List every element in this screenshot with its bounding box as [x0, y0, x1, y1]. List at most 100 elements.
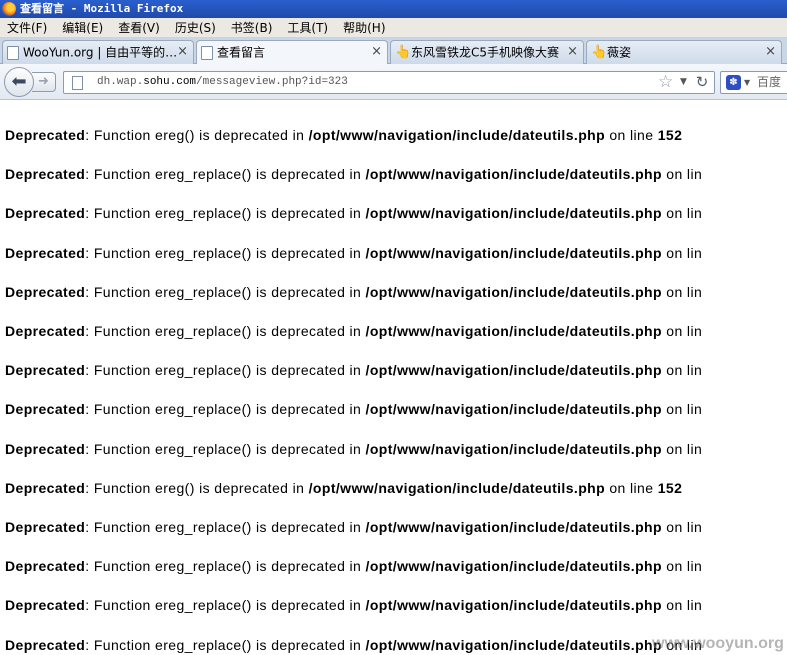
error-line-label: on lin: [666, 244, 703, 261]
hand-icon: 👆: [591, 44, 608, 60]
error-line-label: on lin: [666, 166, 703, 183]
error-middle: is deprecated in: [256, 597, 362, 614]
error-function: ereg_replace(): [155, 519, 252, 535]
tab-message-view[interactable]: 查看留言 ×: [196, 40, 388, 65]
menu-view[interactable]: 查看(V): [111, 18, 168, 38]
window-title-bar: 查看留言 - Mozilla Firefox: [0, 0, 787, 18]
menu-history[interactable]: 历史(S): [168, 18, 224, 38]
url-domain: sohu.com: [143, 76, 197, 88]
error-middle: is deprecated in: [199, 127, 305, 143]
tab-citroen-c5[interactable]: 👆东风雪铁龙C5手机映像大赛 ×: [390, 40, 584, 64]
reload-icon: ↻: [695, 73, 709, 91]
error-middle: is deprecated in: [256, 636, 362, 653]
error-line-label: on lin: [666, 597, 703, 614]
error-line: Deprecated: Function ereg_replace() is d…: [5, 441, 702, 457]
baidu-paw-icon[interactable]: ✽: [726, 75, 741, 90]
error-file-path: /opt/www/navigation/include/dateutils.ph…: [365, 323, 662, 339]
search-bar[interactable]: ✽ ▼ 百度: [720, 71, 787, 94]
url-history-dropdown-icon[interactable]: ▼: [680, 72, 687, 93]
error-file-path: /opt/www/navigation/include/dateutils.ph…: [365, 166, 662, 183]
back-forward-group: ➜ ⬅: [4, 67, 58, 97]
tab-vichy[interactable]: 👆薇姿 ×: [586, 40, 782, 64]
page-icon: [7, 45, 19, 60]
menu-bar: 文件(F) 编辑(E) 查看(V) 历史(S) 书签(B) 工具(T) 帮助(H…: [0, 18, 787, 38]
error-line-label: on lin: [666, 205, 703, 222]
tab-close-icon[interactable]: ×: [371, 41, 382, 63]
tab-close-icon[interactable]: ×: [567, 41, 578, 63]
error-function: ereg(): [155, 127, 195, 143]
forward-button[interactable]: ➜: [32, 72, 56, 92]
error-level-label: Deprecated: [5, 244, 86, 261]
error-prefix: : Function: [85, 440, 151, 457]
tab-wooyun[interactable]: WooYun.org | 自由平等的… ×: [2, 40, 194, 64]
error-middle: is deprecated in: [256, 519, 362, 535]
error-line: Deprecated: Function ereg() is deprecate…: [5, 127, 682, 143]
error-line-label: on lin: [666, 519, 703, 535]
url-text[interactable]: dh.wap.sohu.com/messageview.php?id=323: [97, 72, 348, 93]
window-title: 查看留言 - Mozilla Firefox: [20, 2, 184, 15]
error-level-label: Deprecated: [5, 440, 86, 457]
error-line: Deprecated: Function ereg_replace() is d…: [5, 284, 702, 300]
error-line-label: on line: [609, 127, 654, 143]
menu-help[interactable]: 帮助(H): [336, 18, 393, 38]
error-level-label: Deprecated: [5, 558, 86, 575]
error-file-path: /opt/www/navigation/include/dateutils.ph…: [365, 519, 662, 535]
watermark-text: www.wooyun.org: [652, 635, 784, 652]
error-level-label: Deprecated: [5, 166, 86, 183]
error-line: Deprecated: Function ereg_replace() is d…: [5, 323, 702, 339]
error-line-label: on lin: [666, 323, 703, 339]
error-middle: is deprecated in: [256, 558, 362, 575]
menu-edit[interactable]: 编辑(E): [55, 18, 111, 38]
tab-close-icon[interactable]: ×: [177, 41, 188, 63]
tab-close-icon[interactable]: ×: [765, 41, 776, 63]
error-middle: is deprecated in: [256, 283, 362, 300]
error-function: ereg_replace(): [155, 323, 252, 339]
error-line-label: on lin: [666, 362, 703, 379]
error-line: Deprecated: Function ereg_replace() is d…: [5, 597, 702, 613]
search-engine-dropdown-icon[interactable]: ▼: [744, 72, 750, 93]
error-level-label: Deprecated: [5, 479, 86, 496]
error-file-path: /opt/www/navigation/include/dateutils.ph…: [308, 479, 606, 496]
error-line: Deprecated: Function ereg_replace() is d…: [5, 362, 702, 378]
error-level-label: Deprecated: [5, 127, 86, 143]
bookmark-star-icon[interactable]: ☆: [658, 72, 673, 93]
error-line: Deprecated: Function ereg_replace() is d…: [5, 245, 702, 261]
error-level-label: Deprecated: [5, 205, 86, 222]
error-middle: is deprecated in: [256, 440, 362, 457]
error-level-label: Deprecated: [5, 401, 86, 418]
search-input[interactable]: 百度: [757, 72, 781, 93]
error-file-path: /opt/www/navigation/include/dateutils.ph…: [365, 558, 662, 575]
error-file-path: /opt/www/navigation/include/dateutils.ph…: [308, 127, 606, 143]
forward-arrow-icon: ➜: [38, 74, 49, 89]
error-function: ereg_replace(): [155, 244, 252, 261]
error-line-number: 152: [657, 127, 683, 143]
error-line: Deprecated: Function ereg_replace() is d…: [5, 637, 702, 653]
menu-file[interactable]: 文件(F): [0, 18, 55, 38]
error-level-label: Deprecated: [5, 597, 86, 614]
back-button[interactable]: ⬅: [4, 67, 34, 97]
back-arrow-icon: ⬅: [11, 71, 27, 92]
tab-label: WooYun.org | 自由平等的…: [23, 45, 178, 60]
error-function: ereg_replace(): [155, 558, 252, 575]
error-line: Deprecated: Function ereg() is deprecate…: [5, 480, 682, 496]
error-file-path: /opt/www/navigation/include/dateutils.ph…: [365, 362, 662, 379]
menu-tools[interactable]: 工具(T): [280, 18, 336, 38]
error-level-label: Deprecated: [5, 519, 86, 535]
error-middle: is deprecated in: [256, 244, 362, 261]
site-identity-icon[interactable]: [72, 76, 83, 90]
error-level-label: Deprecated: [5, 636, 86, 653]
error-middle: is deprecated in: [256, 362, 362, 379]
error-prefix: : Function: [85, 401, 151, 418]
error-function: ereg_replace(): [155, 636, 252, 653]
page-content: Deprecated: Function ereg() is deprecate…: [0, 100, 787, 655]
menu-bookmarks[interactable]: 书签(B): [224, 18, 281, 38]
error-middle: is deprecated in: [256, 205, 362, 222]
error-function: ereg(): [155, 479, 195, 496]
error-line: Deprecated: Function ereg_replace() is d…: [5, 166, 702, 182]
url-bar[interactable]: dh.wap.sohu.com/messageview.php?id=323 ☆…: [63, 71, 715, 94]
error-prefix: : Function: [85, 519, 151, 535]
tab-label: 东风雪铁龙C5手机映像大赛: [411, 45, 560, 60]
reload-button[interactable]: ↻: [692, 73, 712, 92]
error-function: ereg_replace(): [155, 362, 252, 379]
navigation-toolbar: ➜ ⬅ dh.wap.sohu.com/messageview.php?id=3…: [0, 64, 787, 100]
